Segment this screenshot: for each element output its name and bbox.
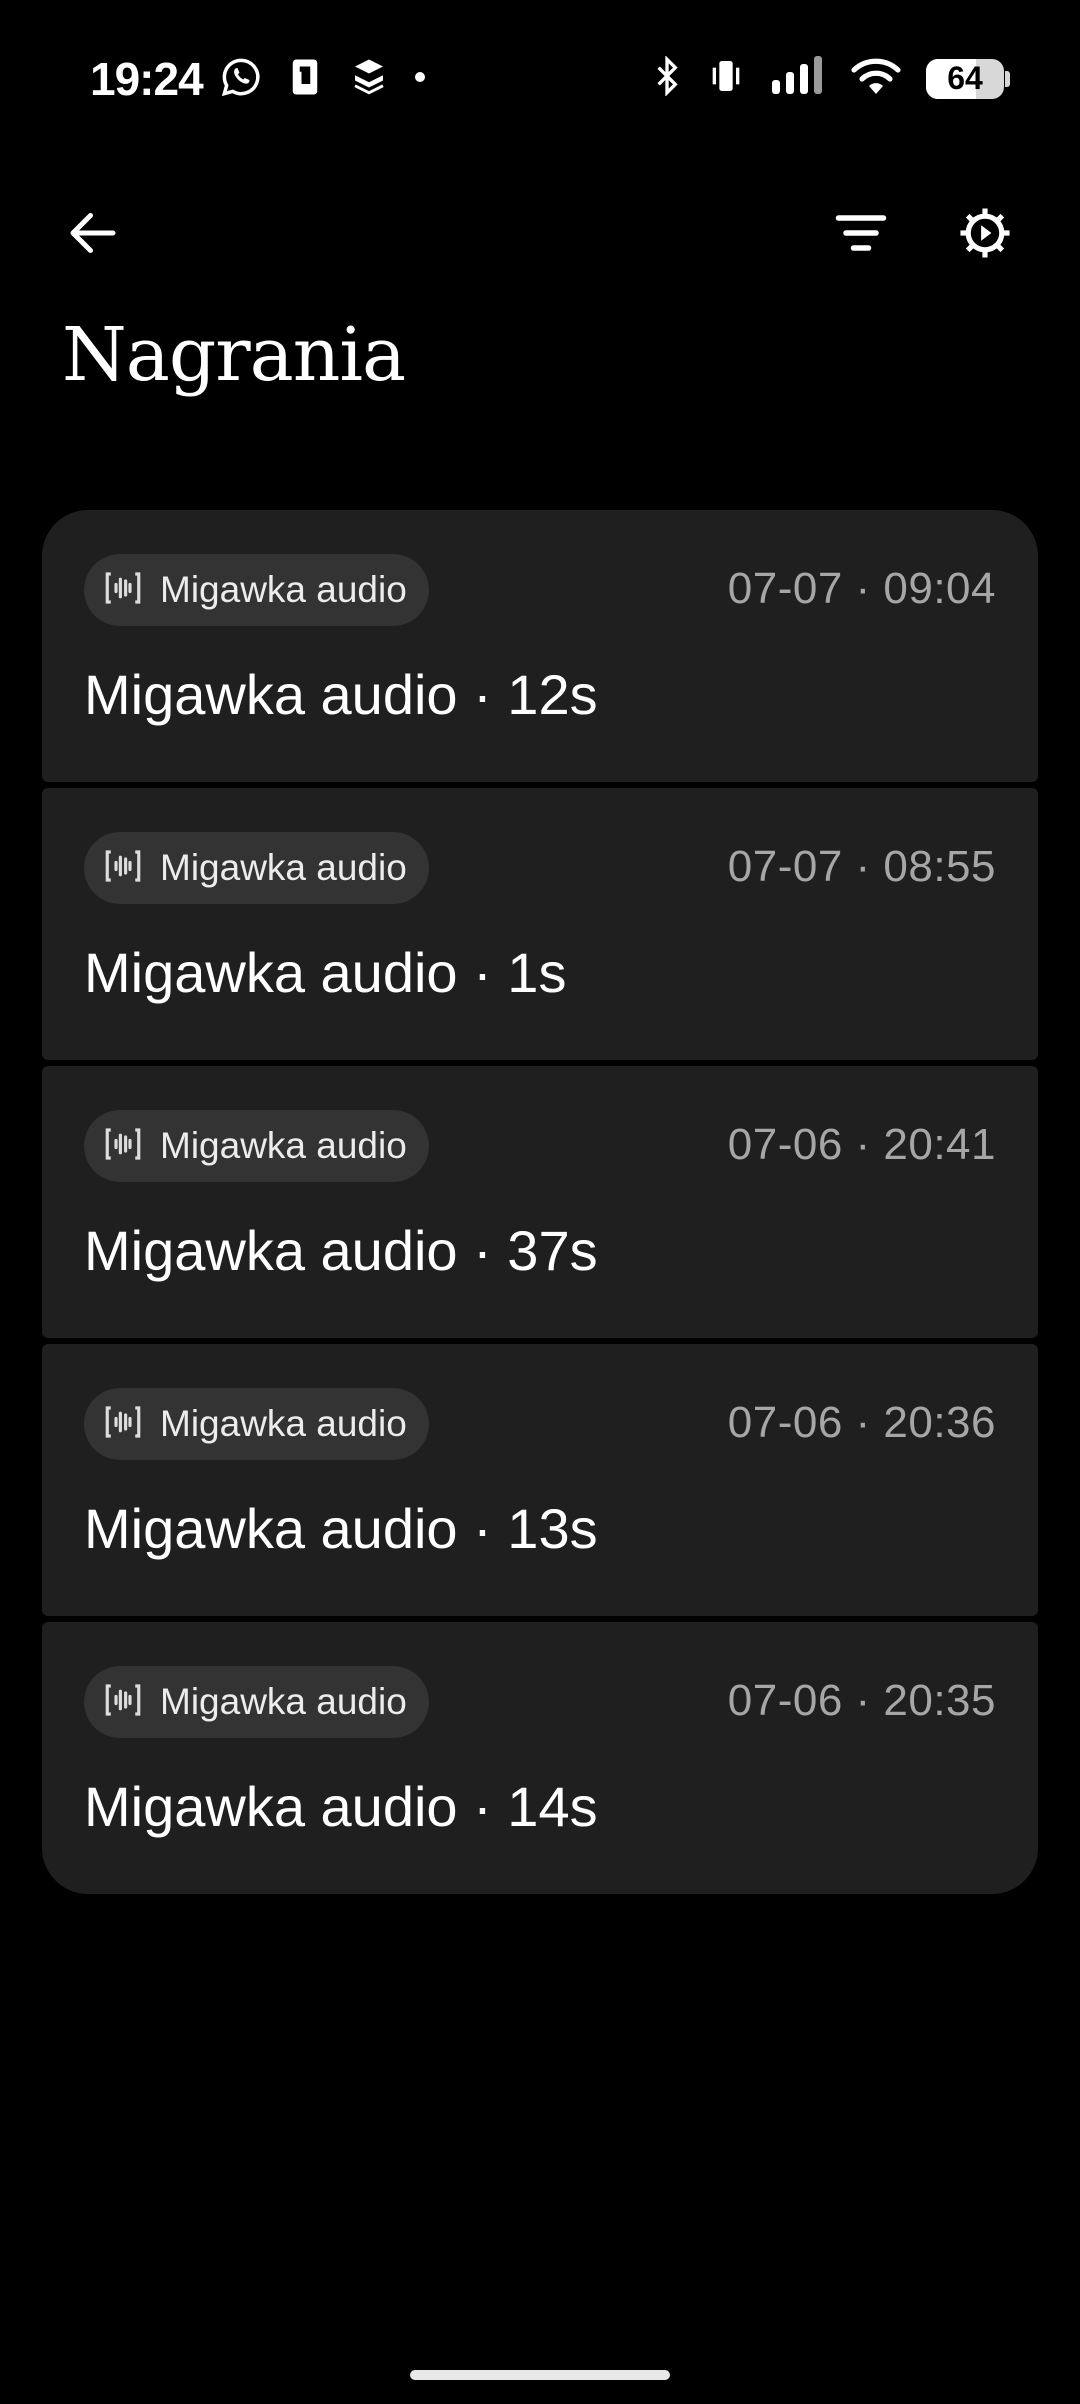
gesture-navigation-bar[interactable] <box>410 2370 670 2380</box>
recording-card[interactable]: Migawka audio 07-06 · 20:35 Migawka audi… <box>42 1622 1038 1894</box>
app-bar <box>0 190 1080 280</box>
settings-gear-icon <box>954 202 1016 269</box>
chip-label: Migawka audio <box>160 1125 407 1166</box>
chip-label: Migawka audio <box>160 847 407 888</box>
recording-title: Migawka audio · 1s <box>84 941 567 1004</box>
signal-icon <box>770 56 826 101</box>
recording-type-chip: Migawka audio <box>84 554 429 626</box>
audio-waveform-icon <box>102 1123 144 1170</box>
bluetooth-icon <box>652 55 682 101</box>
chip-label: Migawka audio <box>160 1681 407 1722</box>
recording-card[interactable]: Migawka audio 07-07 · 09:04 Migawka audi… <box>42 510 1038 782</box>
recording-date: 07-06 · 20:36 <box>727 1398 996 1447</box>
status-bar: 19:24 64 <box>0 0 1080 160</box>
recording-type-chip: Migawka audio <box>84 1388 429 1460</box>
wifi-icon <box>850 56 902 101</box>
vibrate-icon <box>706 56 746 101</box>
status-right-icons: 64 <box>652 55 1010 101</box>
status-time: 19:24 <box>90 53 204 105</box>
phone-vibrate-icon <box>284 56 326 103</box>
arrow-left-icon <box>63 203 123 268</box>
battery-icon: 64 <box>926 58 1010 100</box>
recording-title: Migawka audio · 12s <box>84 663 598 726</box>
layers-icon <box>348 56 390 103</box>
notification-dot-icon <box>412 69 428 90</box>
settings-button[interactable] <box>940 190 1030 280</box>
recordings-list: Migawka audio 07-07 · 09:04 Migawka audi… <box>42 510 1038 1894</box>
filter-button[interactable] <box>816 190 906 280</box>
audio-waveform-icon <box>102 845 144 892</box>
recording-type-chip: Migawka audio <box>84 832 429 904</box>
recording-card[interactable]: Migawka audio 07-06 · 20:41 Migawka audi… <box>42 1066 1038 1338</box>
recording-date: 07-06 · 20:35 <box>727 1676 996 1725</box>
recording-card[interactable]: Migawka audio 07-06 · 20:36 Migawka audi… <box>42 1344 1038 1616</box>
audio-waveform-icon <box>102 567 144 614</box>
recording-date: 07-07 · 09:04 <box>727 564 996 613</box>
whatsapp-icon <box>220 56 262 103</box>
filter-icon <box>831 203 891 268</box>
recording-date: 07-07 · 08:55 <box>727 842 996 891</box>
chip-label: Migawka audio <box>160 1403 407 1444</box>
audio-waveform-icon <box>102 1401 144 1448</box>
recording-date: 07-06 · 20:41 <box>727 1120 996 1169</box>
back-button[interactable] <box>48 190 138 280</box>
recording-title: Migawka audio · 13s <box>84 1497 598 1560</box>
page-title: Nagrania <box>62 312 406 398</box>
recording-card[interactable]: Migawka audio 07-07 · 08:55 Migawka audi… <box>42 788 1038 1060</box>
battery-level-text: 64 <box>947 60 983 96</box>
status-left-icons <box>220 56 428 103</box>
recording-title: Migawka audio · 14s <box>84 1775 598 1838</box>
recording-type-chip: Migawka audio <box>84 1110 429 1182</box>
recording-type-chip: Migawka audio <box>84 1666 429 1738</box>
chip-label: Migawka audio <box>160 569 407 610</box>
recording-title: Migawka audio · 37s <box>84 1219 598 1282</box>
audio-waveform-icon <box>102 1679 144 1726</box>
